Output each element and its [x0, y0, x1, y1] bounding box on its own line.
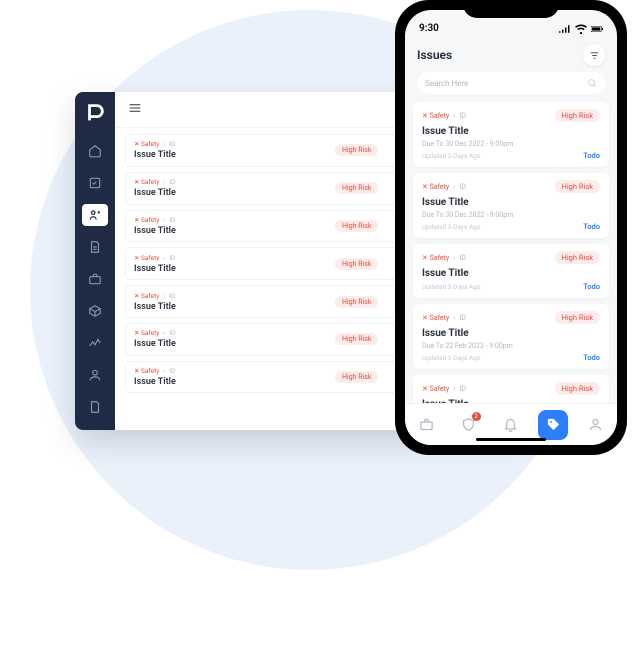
issue-meta: ✕ Safety›ID: [134, 140, 329, 148]
issue-card[interactable]: ✕ Safety›ID High Risk Issue Title Update…: [413, 244, 609, 298]
notification-badge: 2: [472, 412, 481, 421]
risk-badge: High Risk: [335, 296, 378, 308]
card-meta: ✕ Safety›ID: [422, 254, 466, 262]
issue-meta: ✕ Safety›ID: [134, 329, 329, 337]
risk-badge: High Risk: [335, 182, 378, 194]
signal-icon: [559, 24, 571, 34]
issue-meta: ✕ Safety›ID: [134, 292, 329, 300]
risk-badge: High Risk: [555, 109, 601, 122]
issue-card[interactable]: ✕ Safety›ID High Risk Issue Title Due To…: [413, 375, 609, 403]
card-status: Todo: [583, 151, 600, 160]
home-indicator: [476, 438, 546, 441]
risk-badge: High Risk: [335, 333, 378, 345]
issue-title: Issue Title: [134, 264, 329, 274]
search-input[interactable]: Search Here: [417, 72, 605, 94]
card-updated: Updated 5 Days Ago: [422, 152, 481, 160]
sidebar: [75, 92, 115, 430]
sidebar-briefcase-icon[interactable]: [82, 268, 108, 290]
card-updated: Updated 5 Days Ago: [422, 283, 481, 291]
page-title: Issues: [417, 48, 452, 62]
card-status: Todo: [583, 222, 600, 231]
phone-screen: 9:30 Issues Search Here ✕ Safety›ID High…: [405, 10, 617, 445]
card-meta: ✕ Safety›ID: [422, 112, 466, 120]
tab-shield[interactable]: 2: [454, 410, 484, 440]
phone-header: Issues: [405, 36, 617, 72]
sidebar-home-icon[interactable]: [82, 140, 108, 162]
issue-title: Issue Title: [134, 150, 329, 160]
card-title: Issue Title: [422, 268, 600, 279]
issue-title: Issue Title: [134, 339, 329, 349]
issue-title: Issue Title: [134, 226, 329, 236]
phone-notch: [463, 0, 559, 18]
search-placeholder: Search Here: [425, 79, 468, 88]
tab-profile[interactable]: [581, 410, 611, 440]
hamburger-icon[interactable]: [127, 100, 143, 120]
card-status: Todo: [583, 353, 600, 362]
card-due: Due To 30 Dec 2022 - 9:00pm: [422, 211, 600, 219]
issue-title: Issue Title: [134, 188, 329, 198]
issue-meta: ✕ Safety›ID: [134, 254, 329, 262]
risk-badge: High Risk: [555, 180, 601, 193]
risk-badge: High Risk: [335, 144, 378, 156]
filter-button[interactable]: [583, 44, 605, 66]
risk-badge: High Risk: [555, 311, 601, 324]
tab-briefcase[interactable]: [411, 410, 441, 440]
card-meta: ✕ Safety›ID: [422, 183, 466, 191]
phone-device: 9:30 Issues Search Here ✕ Safety›ID High…: [395, 0, 627, 455]
card-title: Issue Title: [422, 126, 600, 137]
issue-card[interactable]: ✕ Safety›ID High Risk Issue Title Due To…: [413, 102, 609, 167]
sidebar-document-icon[interactable]: [82, 236, 108, 258]
search-icon: [587, 78, 597, 88]
sidebar-file-icon[interactable]: [82, 396, 108, 418]
issue-meta: ✕ Safety›ID: [134, 178, 329, 186]
issue-card[interactable]: ✕ Safety›ID High Risk Issue Title Due To…: [413, 173, 609, 238]
issue-meta: ✕ Safety›ID: [134, 216, 329, 224]
sidebar-issues-icon[interactable]: [82, 204, 108, 226]
battery-icon: [591, 24, 603, 34]
card-status: Todo: [583, 282, 600, 291]
issue-title: Issue Title: [134, 377, 329, 387]
issue-card[interactable]: ✕ Safety›ID High Risk Issue Title Due To…: [413, 304, 609, 369]
card-due: Due To 22 Feb 2023 - 9:00pm: [422, 342, 600, 350]
card-due: Due To 30 Dec 2022 - 9:00pm: [422, 140, 600, 148]
phone-body: 9:30 Issues Search Here ✕ Safety›ID High…: [395, 0, 627, 455]
sidebar-user-icon[interactable]: [82, 364, 108, 386]
tab-tag[interactable]: [538, 410, 568, 440]
sidebar-checklist-icon[interactable]: [82, 172, 108, 194]
app-logo: [84, 102, 106, 124]
risk-badge: High Risk: [335, 371, 378, 383]
risk-badge: High Risk: [555, 251, 601, 264]
phone-issue-list: ✕ Safety›ID High Risk Issue Title Due To…: [405, 102, 617, 403]
issue-meta: ✕ Safety›ID: [134, 367, 329, 375]
sidebar-package-icon[interactable]: [82, 300, 108, 322]
card-updated: Updated 5 Days Ago: [422, 223, 481, 231]
tab-bell[interactable]: [496, 410, 526, 440]
status-time: 9:30: [419, 23, 439, 34]
card-title: Issue Title: [422, 328, 600, 339]
risk-badge: High Risk: [335, 258, 378, 270]
card-meta: ✕ Safety›ID: [422, 385, 466, 393]
issue-title: Issue Title: [134, 302, 329, 312]
wifi-icon: [575, 24, 587, 34]
card-title: Issue Title: [422, 197, 600, 208]
card-updated: Updated 5 Days Ago: [422, 354, 481, 362]
sidebar-activity-icon[interactable]: [82, 332, 108, 354]
status-icons: [559, 24, 603, 34]
card-meta: ✕ Safety›ID: [422, 314, 466, 322]
risk-badge: High Risk: [335, 220, 378, 232]
risk-badge: High Risk: [555, 382, 601, 395]
